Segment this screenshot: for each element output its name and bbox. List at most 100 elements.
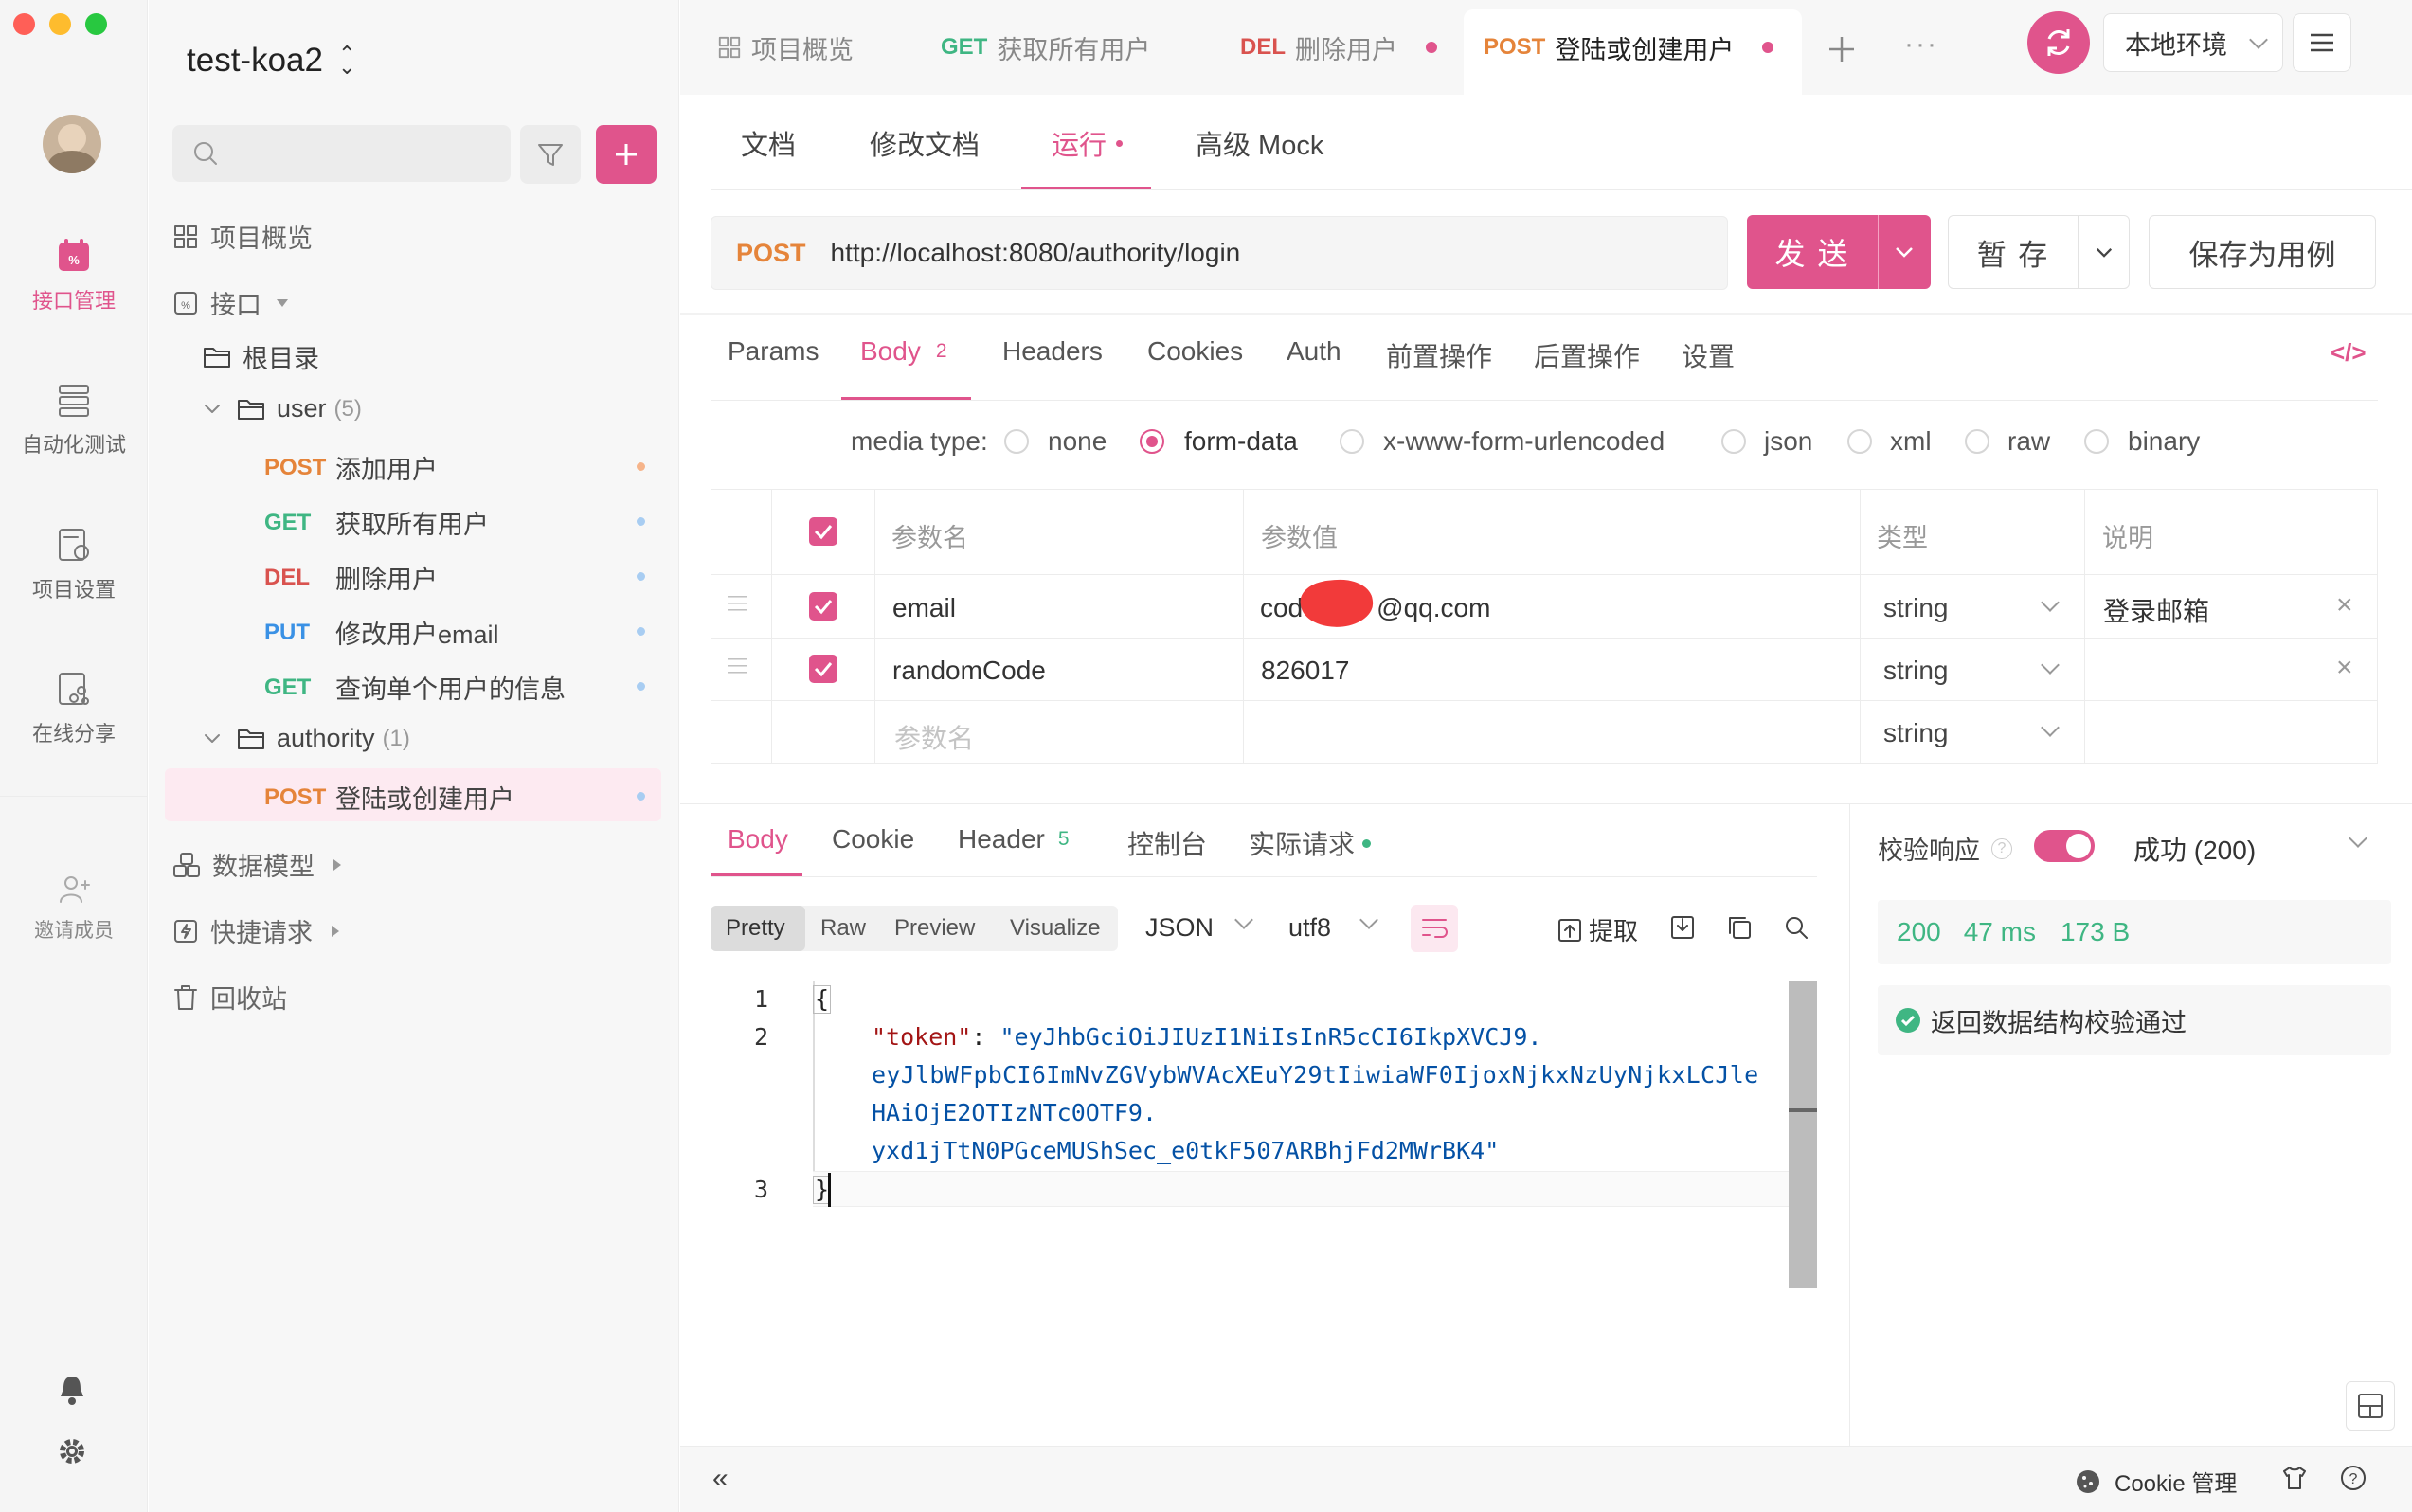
radio-json[interactable]: [1721, 429, 1746, 454]
sidebar-item-query-user[interactable]: GET 查询单个用户的信息: [264, 669, 566, 706]
sidebar-quick-requests[interactable]: 快捷请求: [172, 912, 339, 949]
subtab-docs[interactable]: 文档: [741, 123, 796, 163]
filter-button[interactable]: [520, 125, 581, 184]
param-type[interactable]: string: [1883, 593, 1948, 623]
save-as-case-button[interactable]: 保存为用例: [2149, 215, 2376, 289]
param-description[interactable]: 登录邮箱: [2103, 591, 2209, 629]
param-name[interactable]: email: [892, 593, 956, 623]
code-icon[interactable]: </>: [2331, 338, 2367, 368]
avatar[interactable]: [43, 115, 101, 173]
param-type[interactable]: string: [1883, 656, 1948, 686]
radio-xml[interactable]: [1847, 429, 1872, 454]
extract-button[interactable]: 提取: [1557, 912, 1638, 947]
sidebar-item-delete-user[interactable]: DEL 删除用户: [264, 559, 438, 596]
view-visualize[interactable]: Visualize: [1010, 915, 1101, 942]
resp-tab-cookie[interactable]: Cookie: [832, 824, 914, 855]
rail-item-online-share[interactable]: 在线分享: [0, 670, 148, 747]
url-bar[interactable]: POST http://localhost:8080/authority/log…: [711, 216, 1728, 290]
more-tabs-button[interactable]: ···: [1904, 28, 1938, 61]
sidebar-project-overview[interactable]: 项目概览: [172, 218, 313, 255]
invite-member-button[interactable]: 邀请成员: [0, 873, 148, 944]
save-dropdown-button[interactable]: [2079, 216, 2130, 288]
download-icon[interactable]: [1669, 914, 1696, 941]
sync-button[interactable]: [2027, 11, 2090, 74]
tab-login[interactable]: POST 登陆或创建用户: [1484, 0, 1774, 95]
send-button[interactable]: 发 送: [1747, 215, 1878, 289]
tab-settings[interactable]: 设置: [1682, 336, 1735, 374]
gear-icon[interactable]: [57, 1436, 87, 1467]
sidebar-item-login[interactable]: POST 登陆或创建用户: [264, 779, 514, 816]
chevron-down-icon[interactable]: [2349, 829, 2367, 848]
wrap-toggle[interactable]: [1411, 905, 1458, 952]
add-button[interactable]: [596, 125, 657, 184]
folder-authority[interactable]: authority (1): [203, 724, 410, 753]
delete-row-icon[interactable]: ×: [2336, 589, 2353, 621]
validation-result-select[interactable]: 成功 (200): [2133, 830, 2256, 868]
chevron-down-icon[interactable]: [1234, 910, 1253, 929]
param-value[interactable]: 826017: [1261, 656, 1349, 686]
folder-user[interactable]: user (5): [203, 394, 362, 423]
subtab-advanced-mock[interactable]: 高级 Mock: [1196, 123, 1323, 163]
editor-scrollbar-thumb[interactable]: [1789, 981, 1817, 1288]
window-maximize-button[interactable]: [85, 13, 107, 35]
drag-handle-icon[interactable]: — — —: [728, 586, 756, 619]
radio-urlencoded[interactable]: [1340, 429, 1364, 454]
tab-body[interactable]: Body 2: [860, 336, 947, 367]
row-checkbox[interactable]: [809, 592, 837, 621]
env-menu-button[interactable]: [2293, 13, 2351, 72]
sidebar-recycle-bin[interactable]: 回收站: [172, 979, 287, 1016]
search-icon[interactable]: [1783, 914, 1809, 941]
project-switcher[interactable]: test-koa2 ⌃ ⌄: [187, 42, 355, 80]
sidebar-item-update-email[interactable]: PUT 修改用户email: [264, 614, 499, 651]
environment-select[interactable]: 本地环境: [2103, 13, 2283, 72]
tab-project-overview[interactable]: 项目概览: [717, 0, 854, 95]
encoding-select[interactable]: utf8: [1288, 913, 1331, 943]
select-all-checkbox[interactable]: [809, 517, 837, 546]
resp-tab-actual-request[interactable]: 实际请求: [1249, 824, 1372, 862]
tab-params[interactable]: Params: [728, 336, 819, 367]
tab-auth[interactable]: Auth: [1287, 336, 1341, 367]
resp-tab-console[interactable]: 控制台: [1127, 824, 1207, 862]
format-select[interactable]: JSON: [1145, 913, 1214, 943]
validate-toggle[interactable]: [2034, 830, 2095, 862]
sidebar-item-get-all-users[interactable]: GET 获取所有用户: [264, 504, 489, 541]
sidebar-item-add-user[interactable]: POST 添加用户: [264, 449, 438, 486]
param-value[interactable]: cod @qq.com: [1260, 593, 1490, 623]
new-param-name[interactable]: 参数名: [894, 718, 974, 756]
request-url[interactable]: http://localhost:8080/authority/login: [831, 238, 1241, 268]
copy-icon[interactable]: [1726, 914, 1753, 941]
radio-none[interactable]: [1004, 429, 1029, 454]
view-raw[interactable]: Raw: [820, 915, 866, 942]
subtab-edit-docs[interactable]: 修改文档: [870, 123, 980, 163]
sidebar-data-models[interactable]: 数据模型: [172, 846, 341, 883]
rail-item-project-settings[interactable]: 项目设置: [0, 526, 148, 603]
help-icon[interactable]: ?: [1991, 837, 2012, 859]
new-tab-button[interactable]: [1827, 34, 1857, 64]
new-param-type[interactable]: string: [1883, 718, 1948, 748]
chevron-down-icon[interactable]: [1359, 910, 1378, 929]
radio-binary[interactable]: [2084, 429, 2109, 454]
shirt-icon[interactable]: [2281, 1465, 2308, 1491]
save-button[interactable]: 暂 存: [1949, 216, 2078, 288]
tab-delete-user[interactable]: DEL 删除用户: [1240, 0, 1437, 95]
cookie-manager-button[interactable]: Cookie 管理: [2075, 1465, 2237, 1498]
view-preview[interactable]: Preview: [894, 915, 975, 942]
search-input[interactable]: [172, 125, 511, 182]
rail-item-automation[interactable]: 自动化测试: [0, 381, 148, 459]
delete-row-icon[interactable]: ×: [2336, 652, 2353, 684]
tab-get-all-users[interactable]: GET 获取所有用户: [941, 0, 1150, 95]
sidebar-interfaces[interactable]: % 接口: [172, 284, 288, 321]
subtab-run[interactable]: 运行: [1052, 123, 1124, 163]
resp-tab-body[interactable]: Body: [728, 824, 788, 855]
radio-form-data[interactable]: [1140, 429, 1164, 454]
tab-post-ops[interactable]: 后置操作: [1534, 336, 1640, 374]
help-icon[interactable]: ?: [2340, 1465, 2367, 1491]
send-dropdown-button[interactable]: [1879, 215, 1931, 289]
view-pretty[interactable]: Pretty: [726, 915, 785, 942]
layout-toggle-button[interactable]: [2346, 1381, 2395, 1431]
radio-raw[interactable]: [1965, 429, 1989, 454]
window-minimize-button[interactable]: [49, 13, 71, 35]
param-name[interactable]: randomCode: [892, 656, 1046, 686]
root-folder[interactable]: 根目录: [203, 338, 319, 375]
rail-item-api-management[interactable]: % 接口管理: [0, 237, 148, 315]
